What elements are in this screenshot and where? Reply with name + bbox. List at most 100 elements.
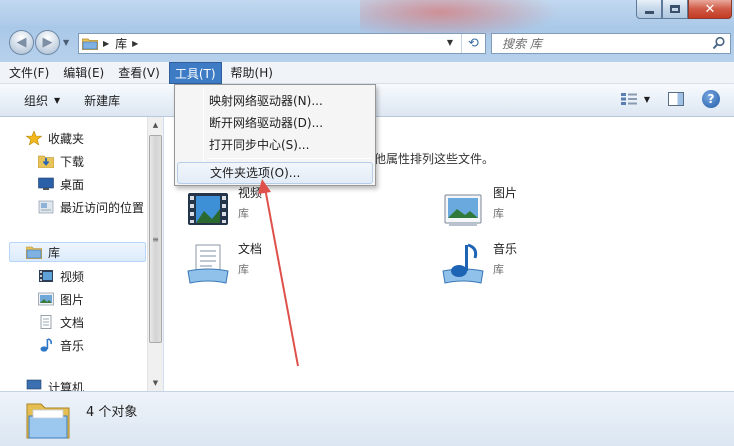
sidebar-item-label: 桌面: [60, 177, 85, 192]
music-library-icon: [442, 243, 484, 284]
music-note-icon: [40, 338, 52, 352]
scroll-down-icon: ▼: [152, 378, 159, 387]
menu-item-disconnect-network-drive[interactable]: 断开网络驱动器(D)...: [209, 114, 323, 131]
back-button[interactable]: ◀: [9, 30, 34, 55]
organize-button[interactable]: 组织 ▼: [24, 92, 60, 109]
video-library-icon: [188, 193, 228, 225]
libraries-icon: [26, 246, 42, 259]
scroll-up-button[interactable]: ▲: [148, 117, 163, 132]
sidebar-item-label: 库: [48, 245, 61, 260]
sidebar-item-pictures[interactable]: 图片: [38, 289, 84, 309]
sidebar-item-desktop[interactable]: 桌面: [38, 174, 84, 194]
breadcrumb-libraries[interactable]: 库: [115, 35, 127, 52]
library-item-music[interactable]: 音乐 库: [439, 241, 517, 289]
library-type: 库: [238, 207, 249, 220]
preview-pane-icon[interactable]: [668, 92, 684, 106]
library-type: 库: [238, 263, 249, 276]
library-type: 库: [493, 207, 504, 220]
change-view-icon[interactable]: [620, 92, 638, 106]
menu-file[interactable]: 文件(F): [4, 62, 54, 84]
sidebar-item-label: 最近访问的位置: [60, 200, 145, 215]
scroll-down-button[interactable]: ▼: [148, 375, 163, 390]
picture-icon: [38, 292, 54, 306]
scroll-thumb[interactable]: ≡: [149, 135, 162, 343]
menu-view[interactable]: 查看(V): [113, 62, 165, 84]
menu-item-map-network-drive[interactable]: 映射网络驱动器(N)...: [209, 92, 323, 109]
sidebar-item-label: 图片: [60, 292, 85, 307]
organize-label: 组织: [24, 93, 49, 108]
menu-help[interactable]: 帮助(H): [226, 62, 278, 84]
sidebar-scrollbar[interactable]: ▲ ≡ ▼: [147, 117, 163, 391]
sidebar-item-label: 文档: [60, 315, 85, 330]
search-icon[interactable]: [712, 36, 726, 50]
details-pane: 4 个对象: [0, 391, 734, 446]
scroll-up-icon: ▲: [152, 120, 159, 129]
sidebar-item-documents[interactable]: 文档: [38, 312, 84, 332]
navigation-buttons: ◀ ▶ ▼: [9, 30, 69, 55]
search-placeholder: 搜索 库: [502, 37, 542, 51]
minimize-icon: [644, 10, 654, 14]
breadcrumb-separator[interactable]: ▶: [103, 39, 109, 48]
close-icon: ✕: [704, 1, 716, 17]
sidebar-item-favorites[interactable]: 收藏夹: [26, 128, 84, 148]
refresh-icon: ⟲: [468, 36, 479, 51]
recent-places-icon: [38, 200, 54, 214]
forward-arrow-icon: ▶: [42, 35, 53, 50]
forward-button[interactable]: ▶: [35, 30, 60, 55]
back-arrow-icon: ◀: [16, 35, 27, 50]
close-button[interactable]: ✕: [688, 0, 732, 19]
sidebar-item-label: 收藏夹: [48, 131, 85, 146]
documents-library-icon: [187, 244, 229, 284]
sidebar-item-libraries[interactable]: 库: [9, 242, 146, 262]
address-bar[interactable]: ▶ 库 ▶ ▼ ⟲: [78, 33, 486, 54]
library-item-pictures[interactable]: 图片 库: [439, 185, 517, 233]
item-count: 4 个对象: [86, 405, 138, 420]
library-type: 库: [493, 263, 504, 276]
help-glyph: ?: [707, 92, 715, 106]
menu-item-open-sync-center[interactable]: 打开同步中心(S)...: [209, 136, 309, 153]
library-name: 文档: [238, 242, 263, 256]
address-dropdown-icon[interactable]: ▼: [447, 38, 453, 47]
desktop-icon: [38, 177, 54, 190]
sidebar-item-label: 视频: [60, 269, 85, 284]
sidebar-item-recent-places[interactable]: 最近访问的位置: [38, 197, 144, 217]
video-icon: [39, 270, 53, 282]
sidebar-item-label: 音乐: [60, 338, 85, 353]
minimize-button[interactable]: [636, 0, 662, 19]
new-library-label: 新建库: [84, 93, 121, 108]
sidebar-item-label: 下载: [60, 154, 85, 169]
maximize-icon: [670, 5, 680, 13]
menu-separator: [207, 158, 371, 159]
search-input[interactable]: 搜索 库: [491, 33, 731, 54]
scroll-grip-icon: ≡: [152, 234, 159, 244]
library-name: 视频: [238, 186, 263, 200]
breadcrumb-separator-2[interactable]: ▶: [132, 39, 138, 48]
library-name: 音乐: [493, 242, 518, 256]
toolbar-right-controls: ▼ ?: [620, 90, 720, 108]
menu-item-folder-options[interactable]: 文件夹选项(O)...: [177, 162, 373, 184]
libraries-folder-icon: [82, 38, 98, 50]
library-item-documents[interactable]: 文档 库: [184, 241, 262, 289]
menu-bar: 文件(F) 编辑(E) 查看(V) 工具(T) 帮助(H): [0, 61, 734, 84]
document-icon: [40, 315, 52, 329]
menu-edit[interactable]: 编辑(E): [58, 62, 109, 84]
window-controls: ✕: [636, 0, 732, 19]
navigation-pane: 收藏夹 下载 桌面 最近访问的位置 库 视频 图片 文档 音乐 计算机 ▲ ≡ …: [0, 117, 163, 393]
tools-menu: 映射网络驱动器(N)... 断开网络驱动器(D)... 打开同步中心(S)...…: [174, 84, 376, 186]
sidebar-item-downloads[interactable]: 下载: [38, 151, 84, 171]
maximize-button[interactable]: [662, 0, 688, 19]
sidebar-item-videos[interactable]: 视频: [38, 266, 84, 286]
recent-pages-dropdown[interactable]: ▼: [63, 38, 69, 47]
view-options-dropdown-icon[interactable]: ▼: [644, 95, 650, 104]
menu-tools[interactable]: 工具(T): [168, 61, 222, 84]
libraries-folder-large-icon: [26, 403, 70, 439]
new-library-button[interactable]: 新建库: [84, 92, 120, 109]
organize-dropdown-icon: ▼: [54, 95, 61, 105]
library-name: 图片: [493, 186, 518, 200]
refresh-button[interactable]: ⟲: [461, 34, 485, 53]
sidebar-item-music[interactable]: 音乐: [38, 335, 84, 355]
star-icon: [26, 131, 42, 145]
help-icon[interactable]: ?: [702, 90, 720, 108]
pictures-library-icon: [444, 194, 482, 226]
library-item-videos[interactable]: 视频 库: [184, 185, 262, 233]
